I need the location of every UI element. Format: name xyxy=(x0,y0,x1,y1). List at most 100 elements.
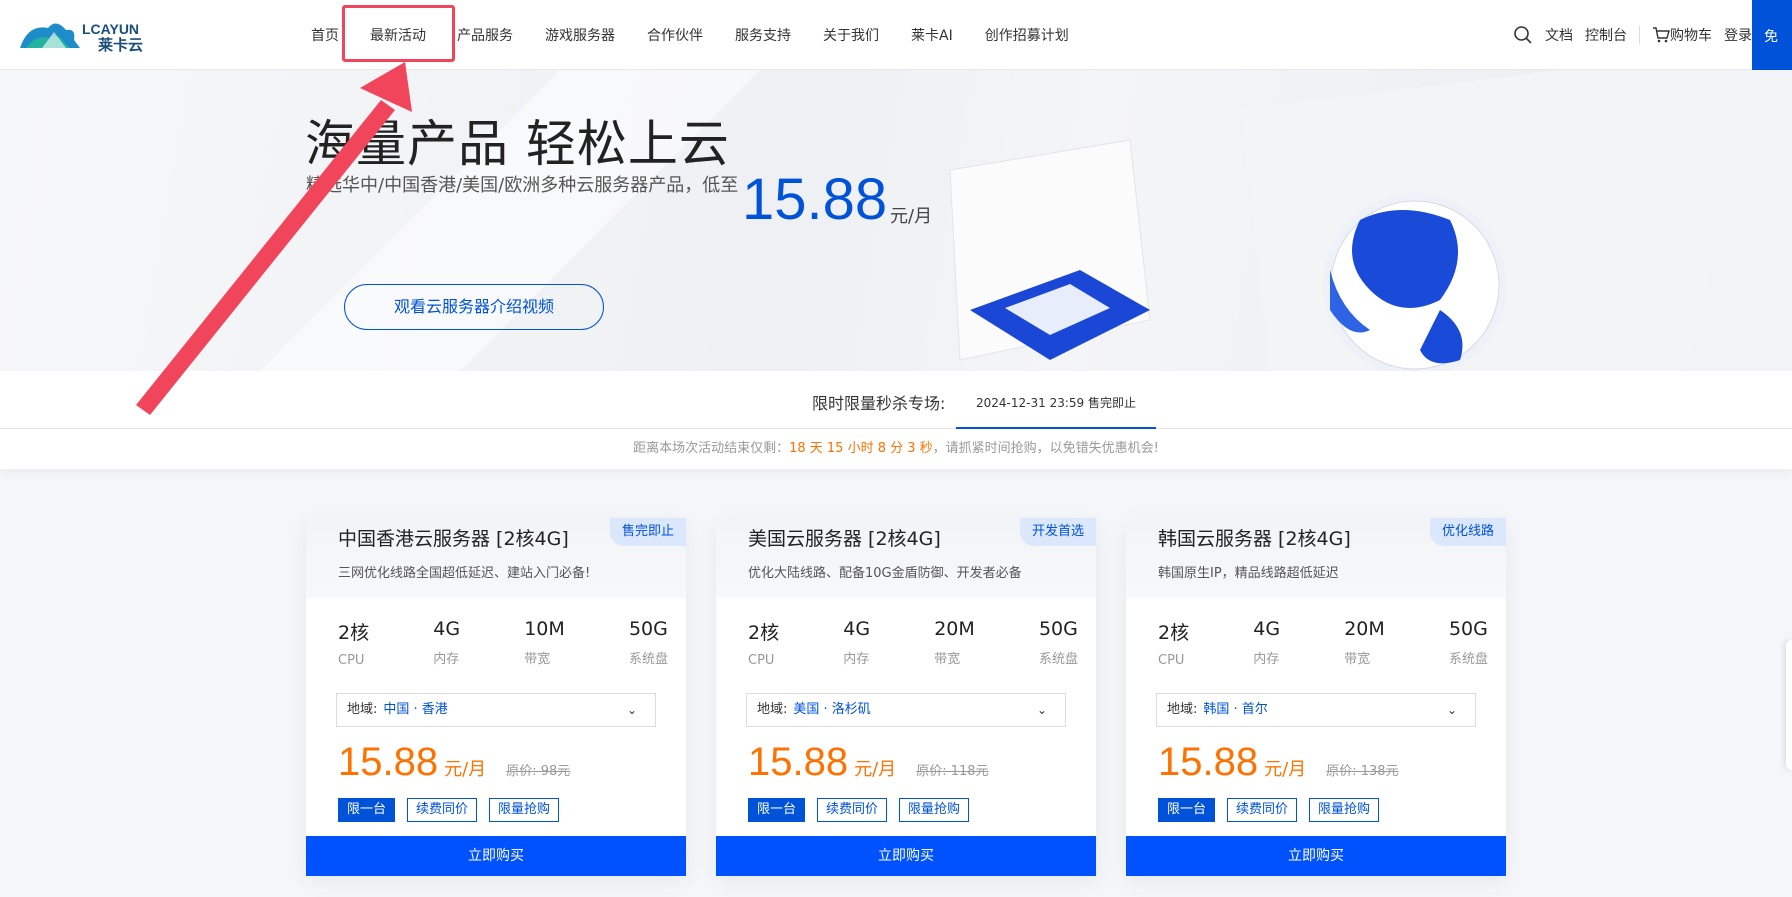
nav-home[interactable]: 首页 xyxy=(311,25,339,45)
nav-products[interactable]: 产品服务 xyxy=(457,25,513,45)
nav-creator-program[interactable]: 创作招募计划 xyxy=(985,25,1069,45)
region-label: 地域: xyxy=(757,702,788,717)
spec-value: 2核 xyxy=(1158,622,1190,644)
card-price: 15.88 xyxy=(748,740,849,784)
buy-now-button[interactable]: 立即购买 xyxy=(306,836,686,876)
tag-limit-one: 限一台 xyxy=(338,798,396,822)
banner-title: 海量产品 轻松上云 xyxy=(305,115,730,173)
countdown-suffix: ，请抓紧时间抢购，以免错失优惠机会! xyxy=(932,441,1159,456)
cart-label: 购物车 xyxy=(1670,28,1712,44)
flash-sale-bar: 限时限量秒杀专场: 2024-12-31 23:59 售完即止 xyxy=(0,371,1792,429)
card-specs: 2核 CPU 4G 内存 20M 带宽 50G 系统盘 xyxy=(1158,618,1488,678)
console-link[interactable]: 控制台 xyxy=(1585,25,1627,45)
region-select[interactable]: 地域: 韩国 · 首尔 ⌄ xyxy=(1156,693,1476,727)
docs-link[interactable]: 文档 xyxy=(1545,25,1573,45)
countdown-timer: 18 天 15 小时 8 分 3 秒 xyxy=(789,441,933,456)
spec-cpu: 2核 CPU xyxy=(338,618,369,678)
card-specs: 2核 CPU 4G 内存 20M 带宽 50G 系统盘 xyxy=(748,618,1078,678)
flash-sale-label: 限时限量秒杀专场: xyxy=(812,394,946,413)
card-title: 中国香港云服务器 [2核4G] xyxy=(338,528,569,550)
spec-value: 4G xyxy=(843,618,871,640)
login-link[interactable]: 登录 xyxy=(1724,25,1752,45)
spec-memory: 4G 内存 xyxy=(1253,618,1280,678)
spec-label: CPU xyxy=(1158,653,1185,668)
top-header: LCAYUN 莱卡云 首页 最新活动 产品服务 游戏服务器 合作伙伴 服务支持 … xyxy=(0,0,1792,70)
buy-now-button[interactable]: 立即购买 xyxy=(716,836,1096,876)
spec-value: 20M xyxy=(934,618,975,640)
card-badge: 售完即止 xyxy=(609,518,686,546)
spec-value: 50G xyxy=(628,618,668,640)
annotation-highlight-box xyxy=(342,5,455,62)
header-divider xyxy=(1639,26,1640,44)
search-icon[interactable] xyxy=(1513,25,1533,45)
hero-banner: 海量产品 轻松上云 精选华中/中国香港/美国/欧洲多种云服务器产品，低至 15.… xyxy=(0,70,1792,371)
free-trial-button[interactable]: 免 xyxy=(1752,0,1792,70)
nav-lcayun-ai[interactable]: 莱卡AI xyxy=(911,25,953,45)
product-card-hongkong: 中国香港云服务器 [2核4G] 三网优化线路全国超低延迟、建站入门必备! 售完即… xyxy=(306,518,686,876)
tag-limited: 限量抢购 xyxy=(1309,798,1380,822)
nav-about[interactable]: 关于我们 xyxy=(823,25,879,45)
card-tags: 限一台 续费同价 限量抢购 xyxy=(1158,798,1391,822)
product-cards: 中国香港云服务器 [2核4G] 三网优化线路全国超低延迟、建站入门必备! 售完即… xyxy=(306,518,1506,897)
spec-label: CPU xyxy=(338,653,365,668)
region-value: 美国 · 洛杉矶 xyxy=(793,702,871,717)
card-description: 韩国原生IP，精品线路超低延迟 xyxy=(1158,566,1339,581)
original-price: 原价: 118元 xyxy=(916,764,989,779)
nav-partners[interactable]: 合作伙伴 xyxy=(647,25,703,45)
spec-disk: 50G 系统盘 xyxy=(629,618,668,678)
flash-sale-tab[interactable]: 2024-12-31 23:59 售完即止 xyxy=(956,371,1156,429)
spec-value: 4G xyxy=(433,618,461,640)
card-tags: 限一台 续费同价 限量抢购 xyxy=(748,798,981,822)
spec-label: CPU xyxy=(748,653,775,668)
region-value: 中国 · 香港 xyxy=(383,702,448,717)
countdown-prefix: 距离本场次活动结束仅剩： xyxy=(633,441,790,456)
spec-value: 4G xyxy=(1253,618,1281,640)
card-title: 美国云服务器 [2核4G] xyxy=(748,528,941,550)
card-header: 中国香港云服务器 [2核4G] 三网优化线路全国超低延迟、建站入门必备! 售完即… xyxy=(306,518,686,598)
price-row: 15.88 元/月 原价: 138元 xyxy=(1158,740,1399,785)
tag-same-renewal: 续费同价 xyxy=(817,798,888,822)
banner-price: 15.88 xyxy=(742,167,888,232)
nav-support[interactable]: 服务支持 xyxy=(735,25,791,45)
region-select[interactable]: 地域: 美国 · 洛杉矶 ⌄ xyxy=(746,693,1066,727)
tag-same-renewal: 续费同价 xyxy=(407,798,478,822)
spec-cpu: 2核 CPU xyxy=(1158,618,1189,678)
spec-value: 10M xyxy=(524,618,565,640)
spec-value: 50G xyxy=(1448,618,1488,640)
product-card-korea: 韩国云服务器 [2核4G] 韩国原生IP，精品线路超低延迟 优化线路 2核 CPU… xyxy=(1126,518,1506,876)
buy-now-button[interactable]: 立即购买 xyxy=(1126,836,1506,876)
lcayun-logo[interactable]: LCAYUN 莱卡云 xyxy=(18,14,158,54)
card-price-unit: 元/月 xyxy=(1264,759,1307,780)
spec-label: 系统盘 xyxy=(1038,652,1078,667)
spec-bandwidth: 20M 带宽 xyxy=(1344,618,1385,678)
cart-icon xyxy=(1653,27,1670,43)
tag-limit-one: 限一台 xyxy=(748,798,806,822)
card-price: 15.88 xyxy=(1158,740,1259,784)
spec-bandwidth: 20M 带宽 xyxy=(934,618,975,678)
side-float-handle[interactable] xyxy=(1786,640,1792,770)
tag-limit-one: 限一台 xyxy=(1158,798,1216,822)
spec-disk: 50G 系统盘 xyxy=(1449,618,1488,678)
svg-text:莱卡云: 莱卡云 xyxy=(98,36,143,54)
original-price: 原价: 98元 xyxy=(506,764,571,779)
card-price: 15.88 xyxy=(338,740,439,784)
spec-value: 20M xyxy=(1344,618,1385,640)
banner-price-unit: 元/月 xyxy=(890,206,933,227)
cart-link[interactable]: 购物车 xyxy=(1652,25,1712,45)
spec-value: 2核 xyxy=(338,622,370,644)
region-label: 地域: xyxy=(347,702,378,717)
nav-game-servers[interactable]: 游戏服务器 xyxy=(545,25,615,45)
region-value: 韩国 · 首尔 xyxy=(1203,702,1268,717)
tag-same-renewal: 续费同价 xyxy=(1227,798,1298,822)
region-select[interactable]: 地域: 中国 · 香港 ⌄ xyxy=(336,693,656,727)
spec-memory: 4G 内存 xyxy=(433,618,460,678)
card-description: 三网优化线路全国超低延迟、建站入门必备! xyxy=(338,566,591,581)
watch-video-button[interactable]: 观看云服务器介绍视频 xyxy=(344,284,604,330)
countdown-bar: 距离本场次活动结束仅剩：18 天 15 小时 8 分 3 秒，请抓紧时间抢购，以… xyxy=(0,429,1792,469)
tag-limited: 限量抢购 xyxy=(489,798,560,822)
spec-label: 内存 xyxy=(843,652,870,667)
card-title: 韩国云服务器 [2核4G] xyxy=(1158,528,1351,550)
chevron-down-icon: ⌄ xyxy=(1036,703,1047,717)
product-card-usa: 美国云服务器 [2核4G] 优化大陆线路、配备10G金盾防御、开发者必备 开发首… xyxy=(716,518,1096,876)
card-badge: 开发首选 xyxy=(1019,518,1096,546)
